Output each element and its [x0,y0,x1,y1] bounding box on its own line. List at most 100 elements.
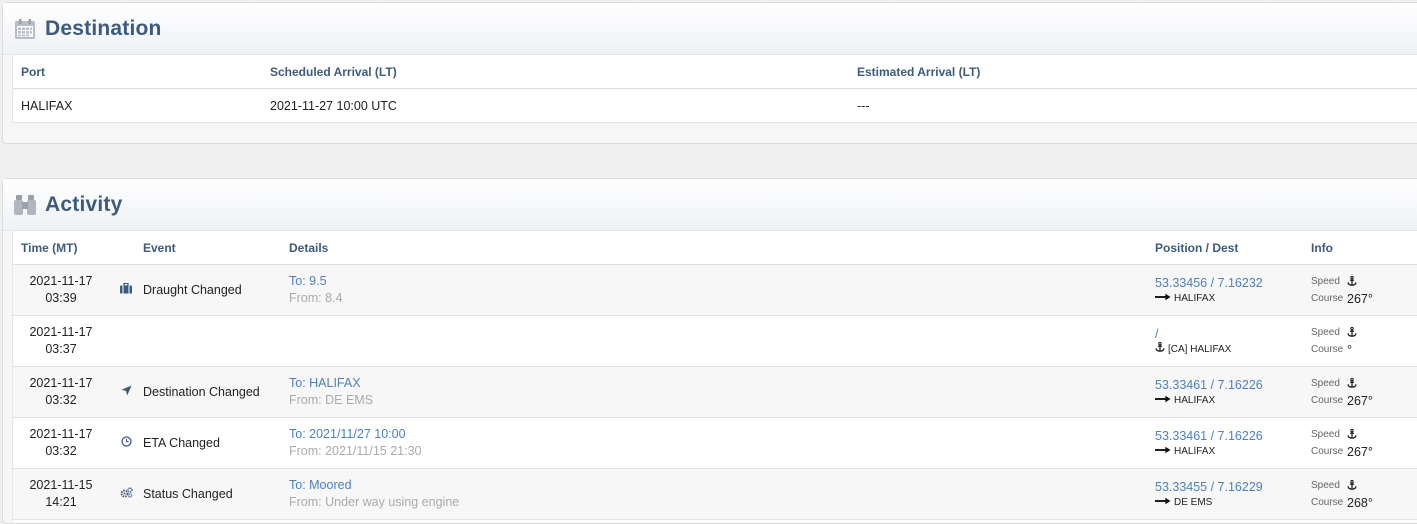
event-icon-cell [109,385,143,399]
activity-header: Activity [3,179,1417,231]
course-label: Course [1311,293,1344,304]
anchor-icon [1347,377,1357,391]
column-event: Event [143,240,176,255]
details-from: From: 8.4 [289,291,343,305]
time-cell: 2021-11-17 03:32 [13,426,109,460]
destination-line: HALIFAX [1155,291,1311,306]
clock-icon [120,436,132,450]
time-cell: 2021-11-15 14:21 [13,477,109,511]
event-date: 2021-11-17 [29,325,93,339]
destination-port: HALIFAX [1174,445,1216,457]
destination-table: Port Scheduled Arrival (LT) Estimated Ar… [12,55,1417,123]
position-link[interactable]: 53.33455 / 7.16229 [1155,479,1311,495]
anchor-icon [1347,428,1357,442]
info-cell: Speed Course 267° [1311,426,1417,460]
table-row: HALIFAX 2021-11-27 10:00 UTC --- [13,89,1417,123]
destination-line: HALIFAX [1155,444,1311,459]
event-name: Draught Changed [143,283,242,297]
details-cell: To: HALIFAX From: DE EMS [289,375,1155,409]
details-cell: To: Moored From: Under way using engine [289,477,1155,511]
course-value: 267° [1347,393,1373,408]
table-row: 2021-11-15 14:21 Status Changed To: Moor… [13,469,1417,520]
position-link[interactable]: 53.33456 / 7.16232 [1155,275,1311,291]
activity-rows: 2021-11-17 03:39 Draught Changed To: 9.5… [13,265,1417,520]
event-name: ETA Changed [143,436,220,450]
details-cell: To: 2021/11/27 10:00 From: 2021/11/15 21… [289,426,1155,460]
destination-port: HALIFAX [1174,292,1216,304]
arrow-right-icon [1155,291,1171,306]
gears-icon [120,487,133,501]
event-icon-cell [109,436,143,450]
position-cell: / [CA] HALIFAX [1155,326,1311,357]
activity-title: Activity [45,192,123,216]
destination-line: [CA] HALIFAX [1155,341,1311,357]
course-label: Course [1311,446,1344,457]
arrow-right-icon [1155,444,1171,459]
calendar-icon [13,17,37,41]
info-cell: Speed Course ° [1311,324,1417,358]
details-to: To: 2021/11/27 10:00 [289,427,406,441]
arrow-right-icon [1155,393,1171,408]
activity-table: Time (MT) Event Details Position / Dest … [12,231,1417,523]
arrow-right-icon [1155,495,1171,510]
position-cell: 53.33455 / 7.16229 DE EMS [1155,479,1311,510]
time-cell: 2021-11-17 03:39 [13,273,109,307]
position-cell: 53.33456 / 7.16232 HALIFAX [1155,275,1311,306]
details-to: To: 9.5 [289,274,327,288]
destination-header: Destination [3,3,1417,55]
info-cell: Speed Course 267° [1311,375,1417,409]
anchor-icon [1155,341,1165,357]
destination-line: DE EMS [1155,495,1311,510]
position-link[interactable]: / [1155,326,1311,342]
info-cell: Speed Course 267° [1311,273,1417,307]
column-port: Port [21,64,45,79]
table-row: 2021-11-17 03:32 Destination Changed To:… [13,367,1417,418]
column-position-dest: Position / Dest [1155,240,1239,255]
course-label: Course [1311,344,1344,355]
table-row: 2021-11-17 03:37 / [CA] HALIFAX Speed Co… [13,316,1417,367]
event-time: 14:21 [45,495,77,509]
event-time: 03:37 [45,342,77,356]
course-value: 268° [1347,495,1373,510]
binoculars-icon [13,193,37,217]
anchor-icon [1347,326,1357,340]
anchor-icon [1347,275,1357,289]
anchor-icon [1347,479,1357,493]
event-time: 03:32 [45,393,77,407]
destination-table-header: Port Scheduled Arrival (LT) Estimated Ar… [13,55,1417,89]
port-value: HALIFAX [21,99,73,113]
column-details: Details [289,240,329,255]
destination-title: Destination [45,16,162,40]
navigation-arrow-icon [121,385,132,399]
event-date: 2021-11-17 [29,274,93,288]
course-value: ° [1347,342,1352,357]
destination-panel: Destination Port Scheduled Arrival (LT) … [2,2,1417,144]
destination-port: [CA] HALIFAX [1168,343,1232,355]
course-value: 267° [1347,291,1373,306]
event-date: 2021-11-17 [29,376,93,390]
position-link[interactable]: 53.33461 / 7.16226 [1155,428,1311,444]
event-icon-cell [109,487,143,501]
activity-table-header: Time (MT) Event Details Position / Dest … [13,231,1417,265]
activity-panel: Activity Time (MT) Event Details Positio… [2,178,1417,524]
details-to: To: Moored [289,478,352,492]
details-from: From: 2021/11/15 21:30 [289,444,422,458]
speed-label: Speed [1311,378,1340,389]
estimated-arrival-value: --- [857,99,870,113]
course-label: Course [1311,395,1344,406]
course-value: 267° [1347,444,1373,459]
event-date: 2021-11-17 [29,427,93,441]
table-row: 2021-11-17 03:32 ETA Changed To: 2021/11… [13,418,1417,469]
speed-label: Speed [1311,429,1340,440]
time-cell: 2021-11-17 03:37 [13,324,109,358]
event-time: 03:32 [45,444,77,458]
details-cell: To: 9.5 From: 8.4 [289,273,1155,307]
event-icon-cell [109,282,143,297]
column-time: Time (MT) [21,240,78,255]
speed-label: Speed [1311,327,1340,338]
event-time: 03:39 [45,291,77,305]
column-estimated-arrival: Estimated Arrival (LT) [857,64,981,79]
position-link[interactable]: 53.33461 / 7.16226 [1155,377,1311,393]
destination-line: HALIFAX [1155,393,1311,408]
event-date: 2021-11-15 [29,478,93,492]
